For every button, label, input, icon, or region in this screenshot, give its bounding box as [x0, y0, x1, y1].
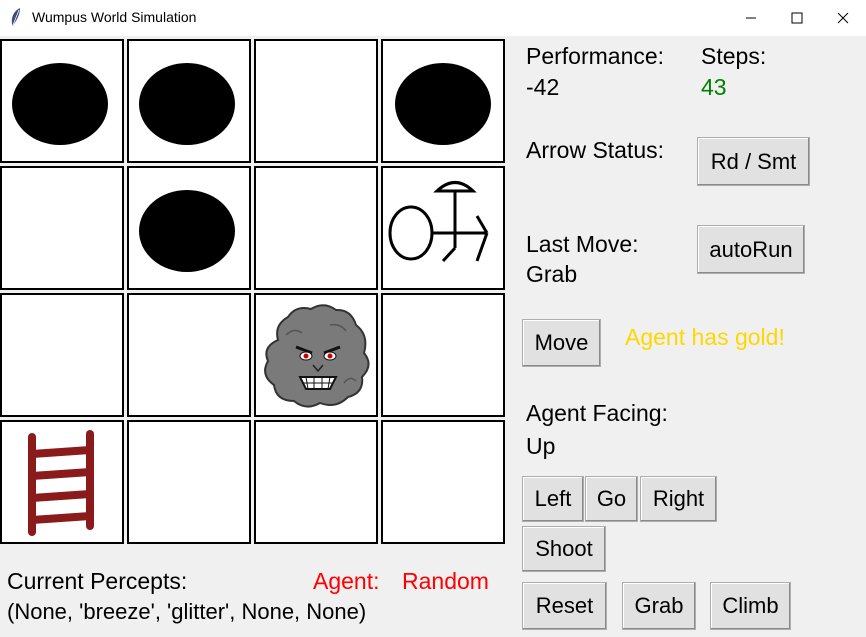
last-move-value: Grab — [526, 261, 578, 287]
window-title: Wumpus World Simulation — [32, 9, 197, 25]
board-cell — [127, 166, 251, 290]
current-percepts-value: (None, 'breeze', 'glitter', None, None) — [7, 599, 367, 624]
maximize-button[interactable] — [774, 0, 820, 36]
climb-button[interactable]: Climb — [710, 582, 791, 630]
arrow-status-button[interactable]: Rd / Smt — [697, 137, 810, 186]
ladder-icon — [28, 430, 94, 536]
move-button[interactable]: Move — [522, 319, 601, 367]
board-cell — [0, 420, 124, 544]
pit-icon — [395, 63, 491, 145]
close-icon — [837, 12, 849, 24]
performance-label: Performance: — [526, 43, 665, 69]
pit-icon — [12, 63, 108, 145]
board-cell — [127, 420, 251, 544]
minimize-button[interactable] — [728, 0, 774, 36]
minimize-icon — [746, 17, 756, 19]
board-cell — [381, 420, 505, 544]
agent-facing-label: Agent Facing: — [526, 400, 668, 426]
performance-value: -42 — [526, 74, 560, 100]
board-cell — [381, 293, 505, 417]
board-cell — [254, 166, 378, 290]
agent-stick-figure-icon — [388, 181, 489, 263]
current-percepts-label: Current Percepts: — [7, 568, 188, 594]
arrow-status-label: Arrow Status: — [526, 137, 665, 163]
steps-label: Steps: — [701, 43, 767, 69]
title-bar: Wumpus World Simulation — [0, 0, 866, 36]
steps-value: 43 — [701, 74, 727, 100]
turn-left-button[interactable]: Left — [522, 476, 584, 522]
feather-icon — [11, 8, 20, 26]
autorun-button[interactable]: autoRun — [697, 225, 805, 274]
board-cell — [0, 39, 124, 163]
gold-status-message: Agent has gold! — [625, 324, 785, 350]
shoot-button[interactable]: Shoot — [522, 526, 606, 572]
board-cell — [127, 293, 251, 417]
last-move-label: Last Move: — [526, 231, 639, 257]
board-cell — [0, 293, 124, 417]
agent-type-label: Agent: — [313, 568, 380, 594]
board-cell — [254, 293, 378, 417]
agent-type-value: Random — [402, 568, 489, 594]
board-cell — [254, 420, 378, 544]
game-board — [0, 39, 508, 547]
go-button[interactable]: Go — [585, 476, 638, 522]
maximize-icon — [791, 12, 803, 24]
wumpus-icon — [264, 304, 370, 408]
grab-button[interactable]: Grab — [622, 582, 696, 630]
close-button[interactable] — [820, 0, 866, 36]
reset-button[interactable]: Reset — [522, 582, 607, 630]
board-cell — [381, 166, 505, 290]
board-cell — [254, 39, 378, 163]
turn-right-button[interactable]: Right — [640, 476, 717, 522]
agent-facing-value: Up — [526, 433, 556, 459]
pit-icon — [139, 190, 235, 272]
board-cell — [381, 39, 505, 163]
board-cell — [127, 39, 251, 163]
pit-icon — [139, 63, 235, 145]
board-cell — [0, 166, 124, 290]
